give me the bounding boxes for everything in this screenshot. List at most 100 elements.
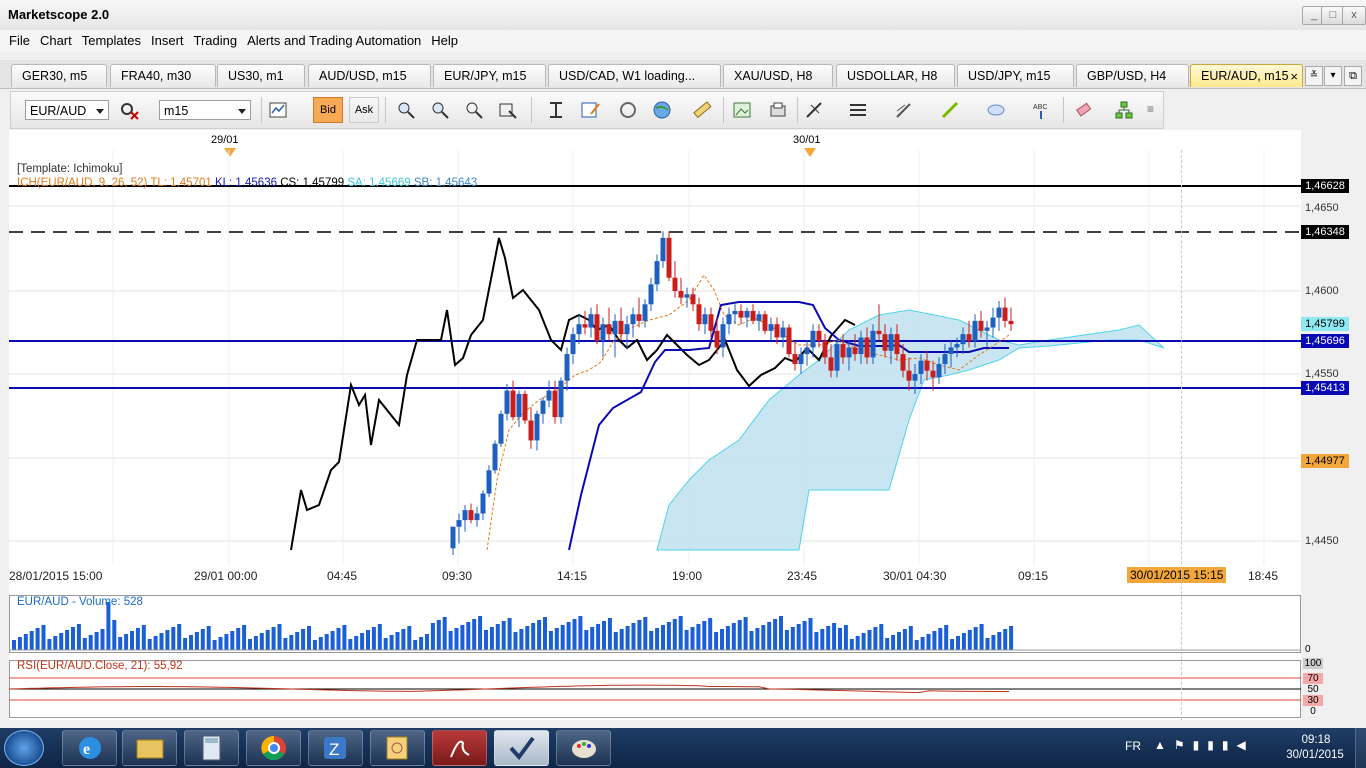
price-chart[interactable]	[9, 150, 1301, 565]
volume-bar	[643, 617, 648, 650]
candle-body	[768, 324, 774, 331]
language-indicator[interactable]: FR	[1125, 739, 1141, 753]
volume-bar	[802, 621, 807, 650]
tray-icons[interactable]: ▲⚑▮▮▮◀	[1154, 738, 1254, 752]
volume-bar	[684, 630, 689, 650]
volume-bar	[17, 637, 22, 650]
volume-bar	[413, 640, 418, 650]
tab-list-icon[interactable]: ≚	[1305, 66, 1323, 86]
screenshot-icon[interactable]	[731, 99, 753, 121]
volume-bar	[253, 636, 258, 650]
time-axis-label: 14:15	[557, 569, 588, 583]
crosshair-icon[interactable]	[803, 99, 825, 121]
volume-bar	[200, 629, 205, 650]
ie-icon[interactable]: e	[62, 730, 117, 766]
tab-euraud[interactable]: EUR/AUD, m15 ×	[1190, 64, 1303, 87]
candle-body	[492, 443, 498, 471]
template-label: [Template: Ichimoku]	[17, 163, 123, 175]
text-label-icon[interactable]: ABC	[1031, 99, 1053, 121]
clock-time[interactable]: 09:18	[1286, 734, 1346, 746]
menu-file[interactable]: File	[4, 30, 35, 52]
tab-xauusd[interactable]: XAU/USD, H8	[723, 64, 833, 87]
close-tab-icon[interactable]: ×	[1290, 65, 1298, 87]
svg-text:e: e	[83, 741, 90, 758]
volume-bar	[607, 618, 612, 650]
close-window-button[interactable]: x	[1342, 6, 1366, 25]
time-axis-label: 19:00	[672, 569, 703, 583]
toolbar-overflow-icon[interactable]: ≡	[1147, 102, 1154, 116]
menu-templates[interactable]: Templates	[77, 30, 146, 52]
candle-body	[882, 334, 888, 351]
objects-tree-icon[interactable]	[1113, 99, 1135, 121]
bid-button[interactable]: Bid	[313, 97, 343, 123]
pen-tool-icon[interactable]	[893, 99, 915, 121]
marketscope-taskbar-icon[interactable]: Z	[308, 730, 363, 766]
menu-alerts[interactable]: Alerts and Trading Automation	[242, 30, 426, 52]
eraser-icon[interactable]	[1073, 99, 1095, 121]
clock-date[interactable]: 30/01/2015	[1282, 749, 1348, 761]
print-icon[interactable]	[767, 99, 789, 121]
zoom-area-icon[interactable]	[497, 99, 519, 121]
tab-usdollar[interactable]: USDOLLAR, H8	[836, 64, 955, 87]
time-axis-label: 30/01 04:30	[883, 569, 947, 583]
zoom-out-icon[interactable]	[429, 99, 451, 121]
volume-bar	[124, 634, 129, 650]
menu-insert[interactable]: Insert	[146, 30, 189, 52]
tab-gbpusd[interactable]: GBP/USD, H4	[1076, 64, 1189, 87]
paint-icon[interactable]	[556, 730, 611, 766]
volume-bar	[678, 616, 683, 650]
candle-body	[744, 310, 750, 318]
instrument-link-icon[interactable]	[119, 99, 141, 121]
tab-eurjpy[interactable]: EUR/JPY, m15	[433, 64, 546, 87]
volume-bar	[649, 631, 654, 650]
ellipse-icon[interactable]	[985, 99, 1007, 121]
tab-ger30[interactable]: GER30, m5	[11, 64, 107, 87]
volume-bar	[295, 632, 300, 650]
candle-body	[630, 314, 636, 325]
fit-vertical-icon[interactable]	[545, 99, 567, 121]
candle-body	[636, 314, 642, 321]
zoom-in-icon[interactable]	[395, 99, 417, 121]
explorer-icon[interactable]	[122, 730, 177, 766]
checkmark-app-icon[interactable]	[494, 730, 549, 766]
timeframe-select[interactable]: m15	[159, 100, 251, 120]
refresh-icon[interactable]	[617, 99, 639, 121]
properties-icon[interactable]	[579, 99, 601, 121]
tab-usdcad[interactable]: USD/CAD, W1 loading...	[548, 64, 721, 87]
tab-audusd[interactable]: AUD/USD, m15	[308, 64, 431, 87]
tab-menu-icon[interactable]: ▾	[1324, 66, 1342, 86]
menu-help[interactable]: Help	[426, 30, 463, 52]
pdf-reader-icon[interactable]	[432, 730, 487, 766]
presentation-icon[interactable]	[370, 730, 425, 766]
volume-bar	[65, 630, 70, 650]
chrome-icon[interactable]	[246, 730, 301, 766]
volume-bar	[342, 625, 347, 650]
tab-fra40[interactable]: FRA40, m30	[110, 64, 216, 87]
candle-body	[960, 334, 966, 345]
volume-bar	[808, 618, 813, 650]
globe-icon[interactable]	[651, 99, 673, 121]
candle-body	[894, 334, 900, 355]
volume-bar	[442, 617, 447, 650]
menu-chart[interactable]: Chart	[35, 30, 77, 52]
tab-us30[interactable]: US30, m1	[217, 64, 305, 87]
tab-usdjpy[interactable]: USD/JPY, m15	[957, 64, 1074, 87]
restore-chart-icon[interactable]: ⧉	[1344, 66, 1362, 86]
show-desktop-button[interactable]	[1355, 728, 1366, 768]
zoom-fit-icon[interactable]	[463, 99, 485, 121]
trendline-icon[interactable]	[939, 99, 961, 121]
ask-button[interactable]: Ask	[349, 97, 379, 123]
volume-bar	[407, 626, 412, 650]
calculator-icon[interactable]	[184, 730, 239, 766]
start-button[interactable]	[4, 730, 44, 766]
candle-body	[648, 284, 654, 305]
volume-bar	[950, 639, 955, 650]
symbol-select[interactable]: EUR/AUD	[25, 100, 109, 120]
rsi-chart	[9, 677, 1301, 701]
volume-bar	[478, 616, 483, 650]
indicators-icon[interactable]	[847, 99, 869, 121]
volume-bar	[53, 636, 58, 650]
chart-type-icon[interactable]	[267, 99, 289, 121]
ruler-icon[interactable]	[691, 99, 713, 121]
menu-trading[interactable]: Trading	[189, 30, 243, 52]
